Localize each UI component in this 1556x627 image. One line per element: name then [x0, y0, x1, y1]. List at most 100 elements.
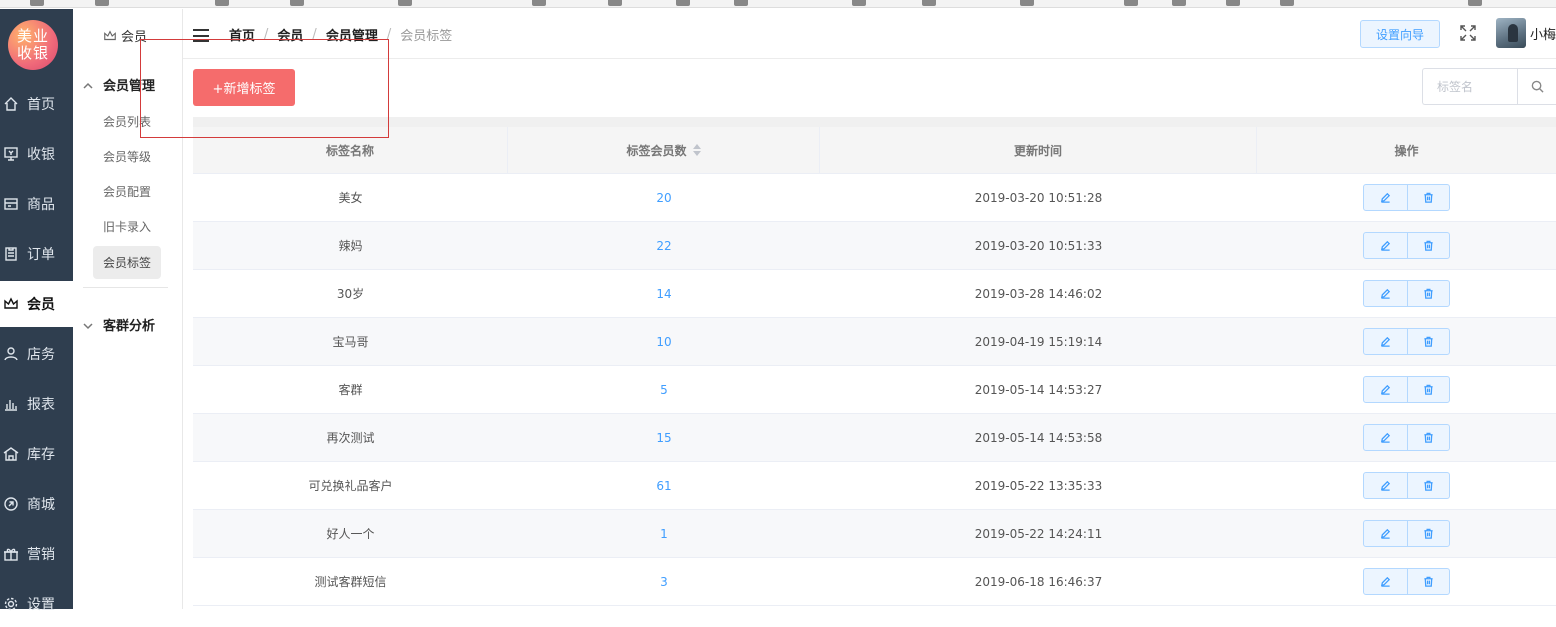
edit-icon	[1380, 192, 1390, 203]
edit-button[interactable]	[1364, 185, 1407, 210]
submenu-group-customer-analysis[interactable]: 客群分析	[83, 315, 155, 334]
submenu-item-label: 旧卡录入	[103, 220, 152, 234]
cell-updated-time: 2019-06-18 16:46:37	[974, 574, 1103, 589]
username[interactable]: 小梅	[1530, 24, 1556, 43]
search-button[interactable]	[1517, 69, 1556, 104]
edit-button[interactable]	[1364, 281, 1407, 306]
cell-updated-time: 2019-03-28 14:46:02	[974, 286, 1103, 301]
sidebar-item-inventory[interactable]: 库存	[0, 431, 73, 477]
submenu-item-member-level[interactable]: 会员等级	[93, 140, 161, 173]
cell-member-count[interactable]: 14	[508, 270, 820, 317]
sidebar-item-label: 商城	[27, 497, 55, 513]
member-submenu: 会员 会员管理 会员列表 会员等级 会员配置 旧卡录入 会员标签 客群分析	[73, 9, 183, 609]
cell-member-count[interactable]: 1	[508, 510, 820, 557]
trash-icon	[1424, 240, 1433, 251]
fullscreen-icon[interactable]	[1459, 24, 1477, 42]
tag-name-search-input[interactable]	[1423, 69, 1518, 104]
setup-guide-button[interactable]: 设置向导	[1360, 20, 1440, 48]
edit-button[interactable]	[1364, 425, 1407, 450]
delete-button[interactable]	[1406, 473, 1450, 498]
cell-member-count[interactable]: 10	[508, 318, 820, 365]
edit-button[interactable]	[1364, 233, 1407, 258]
table-row: 再次测试 15 2019-05-14 14:53:58	[193, 414, 1556, 462]
submenu-item-old-card-entry[interactable]: 旧卡录入	[93, 210, 161, 243]
submenu-item-member-config[interactable]: 会员配置	[93, 175, 161, 208]
goods-icon	[2, 195, 20, 213]
edit-button[interactable]	[1364, 473, 1407, 498]
gift-icon	[2, 545, 20, 563]
sidebar-item-goods[interactable]: 商品	[0, 181, 73, 227]
home-icon	[2, 95, 20, 113]
search-icon	[1531, 80, 1544, 93]
cell-tag-name: 辣妈	[338, 239, 363, 253]
cell-tag-name: 好人一个	[326, 527, 375, 541]
column-header-label: 更新时间	[1013, 143, 1062, 158]
cell-member-count[interactable]: 3	[508, 558, 820, 605]
breadcrumb-home[interactable]: 首页	[229, 25, 255, 44]
trash-icon	[1424, 432, 1433, 443]
logo-line-1: 美业	[16, 27, 49, 45]
cell-tag-name: 宝马哥	[332, 335, 369, 349]
sidebar-item-home[interactable]: 首页	[0, 81, 73, 127]
breadcrumb-member-management[interactable]: 会员管理	[326, 25, 378, 44]
column-header-member-count[interactable]: 标签会员数	[508, 127, 820, 173]
sidebar-item-cashier[interactable]: 收银	[0, 131, 73, 177]
column-header-tag-name: 标签名称	[193, 127, 508, 173]
add-tag-button[interactable]: +新增标签	[193, 69, 295, 106]
sidebar-item-settings[interactable]: 设置	[0, 581, 73, 627]
sidebar-item-orders[interactable]: 订单	[0, 231, 73, 277]
delete-button[interactable]	[1406, 185, 1450, 210]
cell-updated-time: 2019-03-20 10:51:28	[974, 190, 1103, 205]
delete-button[interactable]	[1406, 377, 1450, 402]
breadcrumb-members[interactable]: 会员	[277, 25, 303, 44]
sidebar-item-staff[interactable]: 店务	[0, 331, 73, 377]
sidebar-item-label: 店务	[27, 347, 55, 363]
submenu-item-member-list[interactable]: 会员列表	[93, 105, 161, 138]
cell-member-count[interactable]: 61	[508, 462, 820, 509]
cell-member-count[interactable]: 5	[508, 366, 820, 413]
edit-button[interactable]	[1364, 329, 1407, 354]
submenu-group-label: 会员管理	[103, 79, 156, 94]
sidebar-item-marketing[interactable]: 营销	[0, 531, 73, 577]
trash-icon	[1424, 576, 1433, 587]
cell-member-count[interactable]: 15	[508, 414, 820, 461]
submenu-group-label: 客群分析	[103, 319, 156, 334]
submenu-item-member-tags[interactable]: 会员标签	[93, 246, 161, 279]
delete-button[interactable]	[1406, 329, 1450, 354]
cell-updated-time: 2019-05-22 14:24:11	[974, 526, 1103, 541]
delete-button[interactable]	[1406, 425, 1450, 450]
column-header-label: 标签名称	[325, 143, 374, 158]
table-row: 测试客群短信 3 2019-06-18 16:46:37	[193, 558, 1556, 606]
brand-logo[interactable]: 美业 收银	[8, 20, 58, 70]
cell-member-count[interactable]: 22	[508, 222, 820, 269]
edit-icon	[1380, 336, 1390, 347]
delete-button[interactable]	[1406, 233, 1450, 258]
sidebar-item-reports[interactable]: 报表	[0, 381, 73, 427]
crown-icon	[104, 29, 116, 40]
edit-icon	[1380, 480, 1390, 491]
delete-button[interactable]	[1406, 569, 1450, 594]
sidebar-item-mall[interactable]: 商城	[0, 481, 73, 527]
sort-icon[interactable]	[692, 144, 701, 156]
edit-button[interactable]	[1364, 569, 1407, 594]
submenu-title-text: 会员	[121, 30, 148, 45]
cell-actions	[1257, 510, 1556, 557]
edit-button[interactable]	[1364, 377, 1407, 402]
menu-toggle-icon[interactable]	[193, 29, 209, 42]
top-header: 首页 / 会员 / 会员管理 / 会员标签 设置向导 小梅	[183, 9, 1556, 59]
delete-button[interactable]	[1406, 521, 1450, 546]
cell-actions	[1257, 414, 1556, 461]
submenu-item-label: 会员配置	[103, 185, 152, 199]
cell-actions	[1257, 318, 1556, 365]
edit-button[interactable]	[1364, 521, 1407, 546]
sidebar-item-label: 商品	[27, 197, 55, 213]
delete-button[interactable]	[1406, 281, 1450, 306]
cell-member-count[interactable]: 20	[508, 174, 820, 221]
sidebar-item-members[interactable]: 会员	[0, 281, 73, 327]
chart-icon	[2, 395, 20, 413]
table-row: 客群 5 2019-05-14 14:53:27	[193, 366, 1556, 414]
avatar[interactable]	[1496, 18, 1526, 48]
row-action-group	[1363, 184, 1450, 211]
edit-icon	[1380, 432, 1390, 443]
submenu-group-member-management[interactable]: 会员管理	[83, 75, 155, 94]
